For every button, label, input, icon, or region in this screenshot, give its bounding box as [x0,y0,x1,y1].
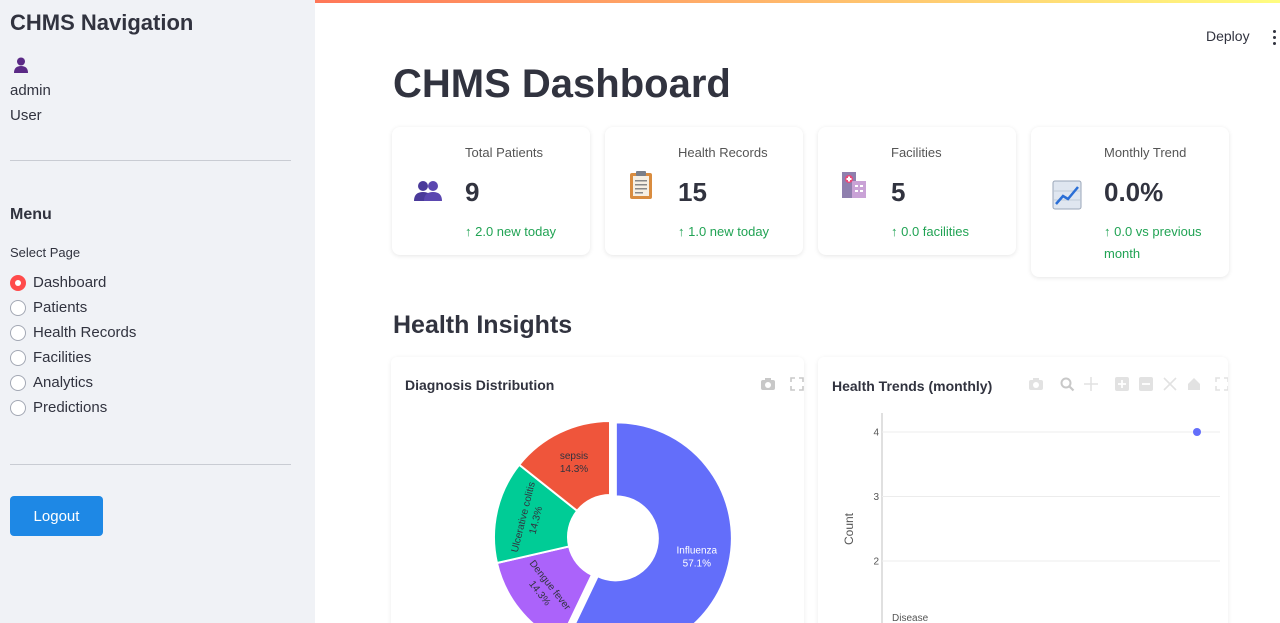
logout-button[interactable]: Logout [10,496,103,536]
chart-trend-icon [1052,180,1082,210]
metric-card-facilities: Facilities 5 ↑ 0.0 facilities [818,127,1016,255]
sidebar: CHMS Navigation admin User Menu Select P… [0,0,315,623]
clipboard-icon [630,171,652,199]
radio-label: Patients [33,299,88,316]
scatter-chart: 4 3 2 Count Disease [842,413,1220,623]
metric-label: Facilities [891,145,942,160]
radio-label: Health Records [33,324,137,341]
radio-label: Dashboard [33,274,107,291]
radio-predictions[interactable]: Predictions [10,395,136,420]
radio-health-records[interactable]: Health Records [10,320,136,345]
pie-slice-label: sepsis [560,451,588,462]
radio-empty-icon [10,349,26,366]
radio-empty-icon [10,374,26,391]
radio-analytics[interactable]: Analytics [10,370,136,395]
radio-empty-icon [10,299,26,316]
metric-value: 15 [678,177,707,207]
users-icon [414,181,442,201]
sidebar-title: CHMS Navigation [10,10,194,35]
metric-delta: ↑ 1.0 new today [678,224,770,239]
hospital-icon [842,172,866,198]
diagnosis-chart-panel: Diagnosis Distribution Influenza 57.1% Den… [391,357,804,623]
metric-label: Health Records [678,145,768,160]
kebab-menu-icon[interactable] [1268,30,1280,46]
metric-card-health-records: Health Records 15 ↑ 1.0 new today [605,127,803,255]
metric-value: 5 [891,177,906,207]
username: admin [10,82,51,99]
donut-chart: Influenza57.1%Dengue fever14.3%Ulcerativ… [492,419,733,623]
metric-delta: ↑ 0.0 vs previous month [1104,224,1202,261]
pie-slice-label: Influenza [677,546,718,557]
divider [10,464,291,465]
metric-label: Monthly Trend [1104,145,1187,160]
metric-delta: ↑ 0.0 facilities [891,224,970,239]
radio-selected-icon [10,274,26,291]
user-icon [14,57,28,73]
metric-delta: ↑ 2.0 new today [465,224,557,239]
y-tick-label: 2 [873,557,879,568]
metric-card-monthly-trend: Monthly Trend 0.0% ↑ 0.0 vs previous mon… [1031,127,1229,277]
trends-chart-panel: Health Trends (monthly) 4 3 2 Count Disease [818,357,1228,623]
metric-value: 0.0% [1104,177,1164,207]
radio-facilities[interactable]: Facilities [10,345,136,370]
menu-heading: Menu [10,206,52,223]
pie-slice-percent: 57.1% [683,559,711,570]
radio-dashboard[interactable]: Dashboard [10,270,136,295]
y-tick-label: 4 [873,428,879,439]
radio-label: Analytics [33,374,94,391]
metric-card-total-patients: Total Patients 9 ↑ 2.0 new today [392,127,590,255]
health-insights-heading: Health Insights [393,311,573,339]
metric-label: Total Patients [465,145,544,160]
user-role: User [10,107,42,124]
page-title: CHMS Dashboard [393,62,731,106]
radio-label: Predictions [33,399,108,416]
radio-label: Facilities [33,349,92,366]
select-page-label: Select Page [10,245,81,260]
page-radio-group: Dashboard Patients Health Records Facili… [10,270,136,420]
radio-empty-icon [10,399,26,416]
metric-value: 9 [465,177,480,207]
radio-empty-icon [10,324,26,341]
deploy-button[interactable]: Deploy [1206,28,1250,44]
legend-title: Disease [892,613,929,623]
radio-patients[interactable]: Patients [10,295,136,320]
divider [10,160,291,161]
pie-slice-percent: 14.3% [560,464,588,475]
y-tick-label: 3 [873,492,879,503]
y-axis-title: Count [842,512,856,545]
data-point[interactable] [1193,428,1201,436]
